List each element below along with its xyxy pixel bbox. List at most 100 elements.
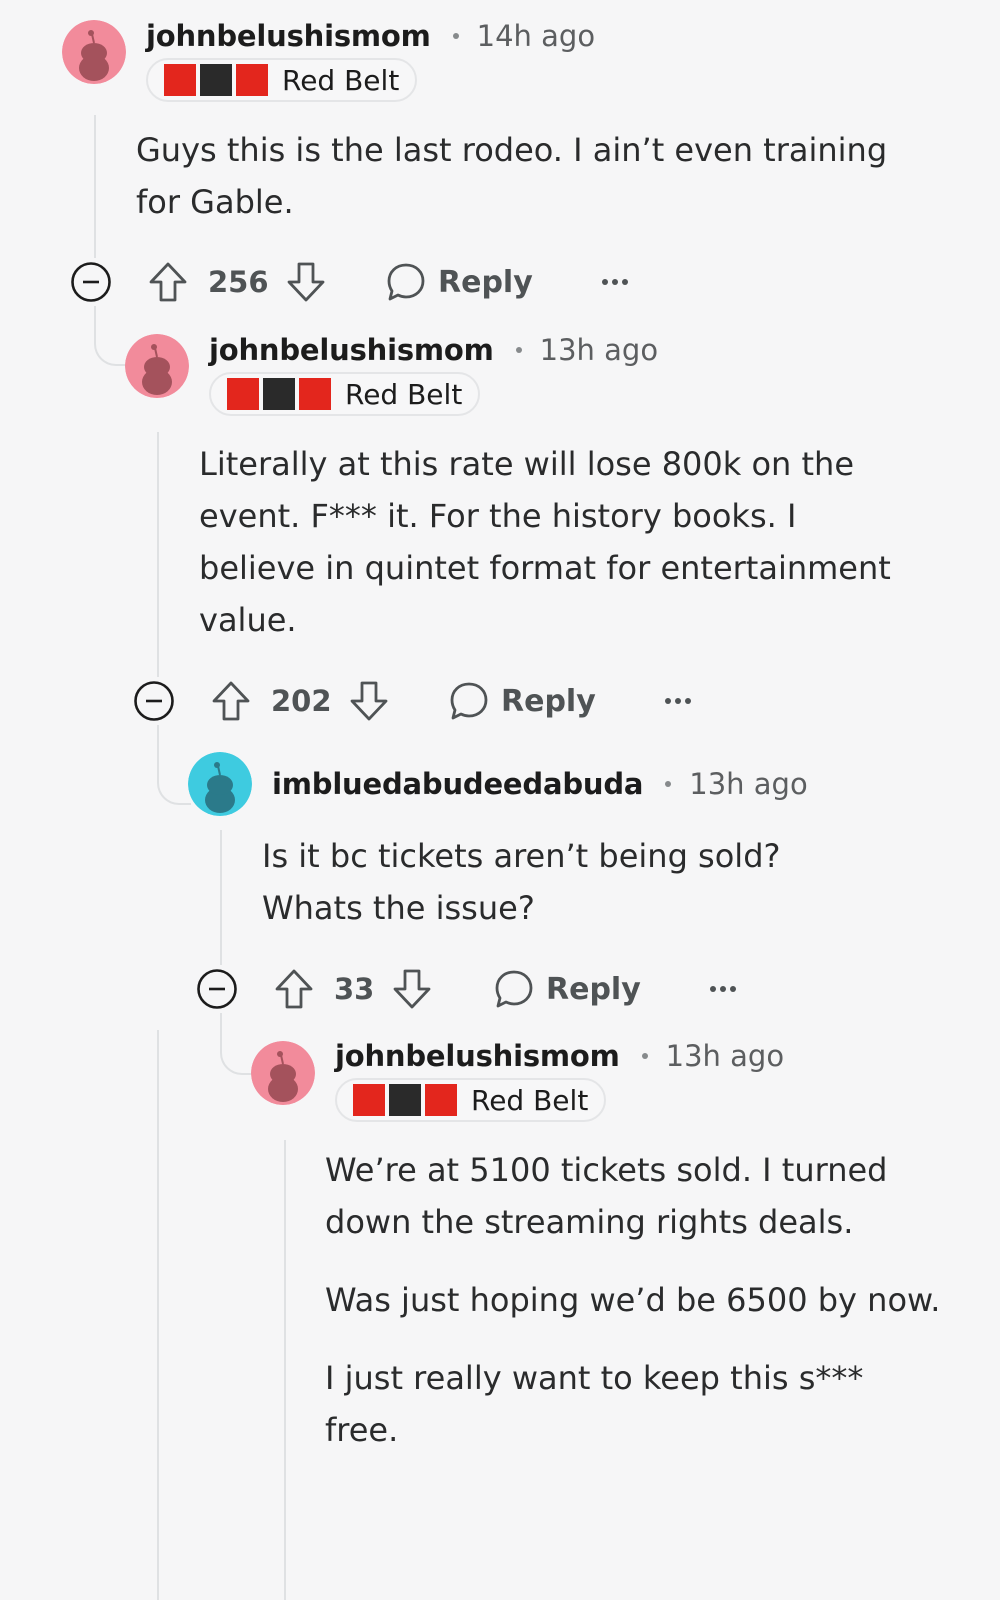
belt-stripe-red	[236, 64, 268, 96]
username[interactable]: johnbelushismom	[146, 19, 431, 53]
downvote-button[interactable]	[286, 257, 326, 307]
comment-meta: imbluedabudeedabuda 13h ago	[272, 762, 808, 806]
collapse-button[interactable]	[196, 964, 238, 1014]
timestamp[interactable]: 13h ago	[540, 333, 658, 367]
score-value: 256	[208, 265, 269, 299]
comment-paragraph: Guys this is the last rodeo. I ain’t eve…	[136, 131, 888, 221]
thread-line-2b	[157, 1030, 159, 1600]
collapse-minus-icon	[71, 262, 111, 302]
vote-score: 33	[334, 964, 374, 1014]
downvote-arrow-icon	[393, 969, 431, 1009]
flair-label: Red Belt	[471, 1083, 589, 1117]
speech-bubble-icon	[450, 682, 488, 720]
user-flair: Red Belt	[146, 58, 418, 102]
belt-stripe-red	[353, 1084, 385, 1116]
comment-actions: 202 Reply	[133, 676, 733, 726]
timestamp[interactable]: 13h ago	[666, 1039, 784, 1073]
user-flair: Red Belt	[335, 1078, 607, 1122]
comment-body: Guys this is the last rodeo. I ain’t eve…	[136, 124, 936, 254]
flair-label: Red Belt	[345, 377, 463, 411]
user-flair: Red Belt	[209, 372, 481, 416]
avatar[interactable]	[251, 1041, 315, 1105]
thread-line-4[interactable]	[284, 1140, 286, 1600]
more-options-button[interactable]	[663, 676, 693, 726]
downvote-arrow-icon	[350, 681, 388, 721]
collapse-minus-icon	[197, 969, 237, 1009]
downvote-arrow-icon	[287, 262, 325, 302]
score-value: 202	[271, 684, 332, 718]
more-dots-icon	[710, 986, 736, 992]
belt-stripe-red	[425, 1084, 457, 1116]
separator-dot	[641, 1053, 648, 1059]
thread-line-1[interactable]	[94, 115, 96, 258]
belt-stripe-black	[263, 378, 295, 410]
separator-dot	[665, 781, 672, 787]
reply-button[interactable]: Reply	[494, 964, 641, 1014]
comment-paragraph: I just really want to keep this s*** fre…	[325, 1359, 864, 1449]
belt-stripe-red	[164, 64, 196, 96]
belt-stripe-black	[389, 1084, 421, 1116]
more-options-button[interactable]	[600, 257, 630, 307]
speech-bubble-icon	[495, 970, 533, 1008]
comment-body: Literally at this rate will lose 800k on…	[199, 438, 919, 672]
reply-label: Reply	[438, 264, 533, 300]
comment-body: Is it bc tickets aren’t being sold? What…	[262, 830, 822, 960]
comment-paragraph: We’re at 5100 tickets sold. I turned dow…	[325, 1151, 888, 1241]
comment-body: We’re at 5100 tickets sold. I turned dow…	[325, 1144, 945, 1482]
score-value: 33	[334, 972, 375, 1006]
downvote-button[interactable]	[392, 964, 432, 1014]
more-dots-icon	[665, 698, 691, 704]
belt-stripe-red	[227, 378, 259, 410]
comment-paragraph: Was just hoping we’d be 6500 by now.	[325, 1281, 941, 1319]
avatar[interactable]	[188, 752, 252, 816]
username[interactable]: johnbelushismom	[209, 333, 494, 367]
separator-dot	[452, 33, 459, 39]
collapse-button[interactable]	[133, 676, 175, 726]
thread-elbow-2	[157, 725, 191, 805]
snoo-avatar-icon	[125, 334, 189, 398]
username[interactable]: johnbelushismom	[335, 1039, 620, 1073]
more-options-button[interactable]	[708, 964, 738, 1014]
comment-paragraph: Is it bc tickets aren’t being sold? What…	[262, 837, 781, 927]
comment-meta: johnbelushismom 13h ago	[335, 1034, 784, 1078]
speech-bubble-icon	[387, 263, 425, 301]
upvote-button[interactable]	[211, 676, 251, 726]
vote-score: 202	[271, 676, 332, 726]
comment-paragraph: Literally at this rate will lose 800k on…	[199, 445, 891, 639]
downvote-button[interactable]	[349, 676, 389, 726]
upvote-button[interactable]	[148, 257, 188, 307]
avatar[interactable]	[125, 334, 189, 398]
collapse-minus-icon	[134, 681, 174, 721]
vote-score: 256	[208, 257, 269, 307]
snoo-avatar-icon	[62, 20, 126, 84]
reply-button[interactable]: Reply	[386, 257, 533, 307]
comment-thread: johnbelushismom 14h ago Red Belt Guys th…	[0, 0, 1000, 1600]
thread-line-2[interactable]	[157, 432, 159, 677]
belt-stripe-red	[299, 378, 331, 410]
snoo-avatar-icon	[251, 1041, 315, 1105]
comment-meta: johnbelushismom 13h ago	[209, 328, 658, 372]
comment-actions: 256 Reply	[70, 257, 670, 307]
upvote-button[interactable]	[274, 964, 314, 1014]
thread-line-3[interactable]	[220, 830, 222, 965]
collapse-button[interactable]	[70, 257, 112, 307]
comment-meta: johnbelushismom 14h ago	[146, 14, 595, 58]
separator-dot	[515, 347, 522, 353]
thread-elbow-3	[220, 1013, 254, 1075]
upvote-arrow-icon	[149, 262, 187, 302]
comment-actions: 33 Reply	[196, 964, 796, 1014]
username[interactable]: imbluedabudeedabuda	[272, 767, 643, 801]
upvote-arrow-icon	[212, 681, 250, 721]
reply-label: Reply	[546, 971, 641, 1007]
reply-label: Reply	[501, 683, 596, 719]
avatar[interactable]	[62, 20, 126, 84]
belt-stripe-black	[200, 64, 232, 96]
timestamp[interactable]: 13h ago	[689, 767, 807, 801]
flair-label: Red Belt	[282, 63, 400, 97]
timestamp[interactable]: 14h ago	[477, 19, 595, 53]
snoo-avatar-icon	[188, 752, 252, 816]
reply-button[interactable]: Reply	[449, 676, 596, 726]
thread-elbow-1	[94, 306, 128, 366]
more-dots-icon	[602, 279, 628, 285]
upvote-arrow-icon	[275, 969, 313, 1009]
